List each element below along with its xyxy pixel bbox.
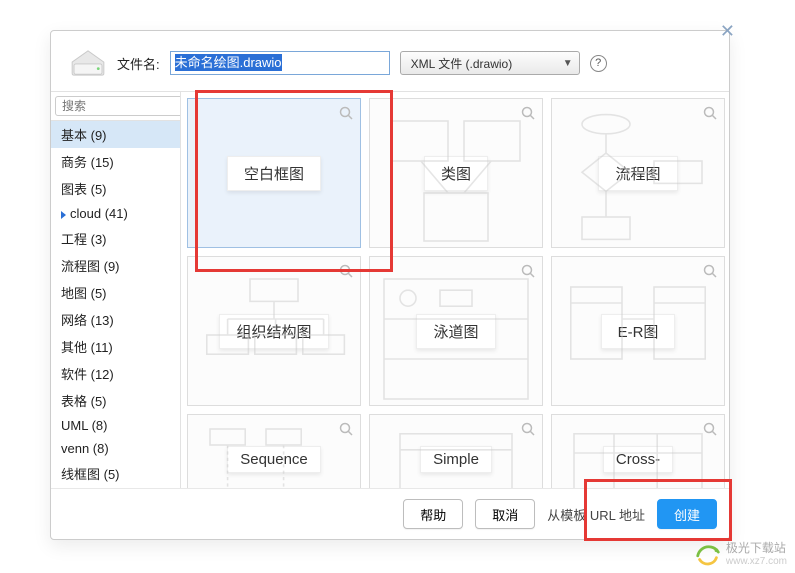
- filename-value: 未命名绘图.drawio: [175, 54, 282, 71]
- magnify-icon[interactable]: [520, 421, 536, 440]
- format-selected-label: XML 文件 (.drawio): [411, 55, 513, 72]
- magnify-icon[interactable]: [338, 263, 354, 282]
- cancel-button[interactable]: 取消: [475, 499, 535, 529]
- template-card[interactable]: E-R图: [551, 256, 725, 406]
- magnify-icon[interactable]: [520, 263, 536, 282]
- sidebar-category-item[interactable]: venn (8): [51, 437, 180, 460]
- sidebar-category-item[interactable]: 表格 (5): [51, 387, 180, 414]
- create-button[interactable]: 创建: [657, 499, 717, 529]
- template-card[interactable]: 空白框图: [187, 98, 361, 248]
- template-label: 空白框图: [227, 156, 321, 191]
- magnify-icon[interactable]: [338, 105, 354, 124]
- template-card[interactable]: Cross-: [551, 414, 725, 488]
- sidebar-category-item[interactable]: 商务 (15): [51, 148, 180, 175]
- filename-label: 文件名:: [117, 54, 160, 73]
- template-card[interactable]: Sequence: [187, 414, 361, 488]
- sidebar-category-item[interactable]: cloud (41): [51, 202, 180, 225]
- template-card[interactable]: 组织结构图: [187, 256, 361, 406]
- magnify-icon[interactable]: [338, 421, 354, 440]
- template-card[interactable]: 类图: [369, 98, 543, 248]
- watermark-text: 极光下载站: [726, 539, 787, 556]
- sidebar-category-item[interactable]: UML (8): [51, 414, 180, 437]
- watermark-url: www.xz7.com: [726, 556, 787, 567]
- template-card[interactable]: 泳道图: [369, 256, 543, 406]
- magnify-icon[interactable]: [702, 105, 718, 124]
- sidebar-category-item[interactable]: 网络 (13): [51, 306, 180, 333]
- from-template-url-link[interactable]: 从模板 URL 地址: [547, 505, 645, 524]
- chevron-down-icon: ▼: [563, 58, 573, 69]
- template-card[interactable]: 流程图: [551, 98, 725, 248]
- search-input[interactable]: [55, 96, 181, 116]
- template-card[interactable]: Simple: [369, 414, 543, 488]
- search-row: [51, 92, 180, 121]
- close-icon[interactable]: ✕: [716, 17, 739, 46]
- file-format-select[interactable]: XML 文件 (.drawio) ▼: [400, 51, 580, 75]
- magnify-icon[interactable]: [520, 105, 536, 124]
- sidebar-category-item[interactable]: 线框图 (5): [51, 460, 180, 487]
- template-grid-area: 空白框图 类图流程图 组织结构图泳道图E-R图 SequenceSimpleCro…: [181, 92, 729, 488]
- magnify-icon[interactable]: [702, 421, 718, 440]
- sidebar-category-item[interactable]: 工程 (3): [51, 225, 180, 252]
- sidebar-category-item[interactable]: 流程图 (9): [51, 252, 180, 279]
- watermark: 极光下载站 www.xz7.com: [694, 539, 787, 567]
- sidebar-category-item[interactable]: 基本 (9): [51, 121, 180, 148]
- drive-icon: [69, 49, 107, 77]
- sidebar-category-item[interactable]: 其他 (11): [51, 333, 180, 360]
- sidebar-category-item[interactable]: 地图 (5): [51, 279, 180, 306]
- sidebar-category-item[interactable]: 软件 (12): [51, 360, 180, 387]
- new-file-dialog: ✕ 文件名: 未命名绘图.drawio XML 文件 (.drawio) ▼ ?: [50, 30, 730, 540]
- sidebar-category-item[interactable]: 图表 (5): [51, 175, 180, 202]
- dialog-body: 基本 (9)商务 (15)图表 (5)cloud (41)工程 (3)流程图 (…: [51, 91, 729, 488]
- help-button[interactable]: 帮助: [403, 499, 463, 529]
- magnify-icon[interactable]: [702, 263, 718, 282]
- dialog-footer: 帮助 取消 从模板 URL 地址 创建: [51, 488, 729, 539]
- filename-input[interactable]: 未命名绘图.drawio: [170, 51, 390, 75]
- dialog-header: 文件名: 未命名绘图.drawio XML 文件 (.drawio) ▼ ?: [51, 31, 729, 91]
- category-sidebar: 基本 (9)商务 (15)图表 (5)cloud (41)工程 (3)流程图 (…: [51, 92, 181, 488]
- help-icon[interactable]: ?: [590, 55, 607, 72]
- watermark-logo-icon: [694, 539, 722, 567]
